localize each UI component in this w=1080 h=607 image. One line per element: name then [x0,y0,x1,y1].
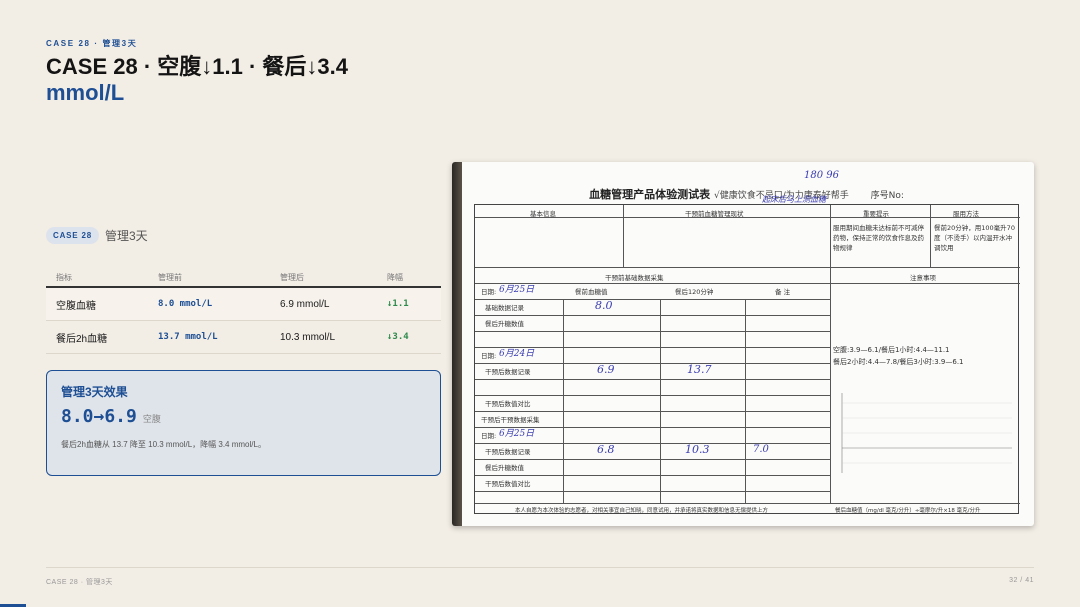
hw-date-3: 6月25日 [499,429,535,439]
hw-after-post-2-remark: 7.0 [753,444,769,455]
form-photo: 血糖管理产品体验测试表 √健康饮食不忌口/为力唐泰好帮手 序号No: 180 9… [452,162,1034,526]
title-unit: mmol/L [46,80,125,105]
section-basic-info: 基本信息 [530,210,556,218]
test-form: 血糖管理产品体验测试表 √健康饮食不忌口/为力唐泰好帮手 序号No: 180 9… [474,170,1020,517]
cell-before: 8.0 mmol/L [158,299,213,309]
label-rise-2: 餐后升糖数值 [485,464,524,472]
hw-date-2: 6月24日 [499,349,535,359]
form-title-text: 血糖管理产品体验测试表 [589,188,711,201]
hw-after-post-1: 13.7 [687,363,712,376]
hw-after-fasting-1: 6.9 [597,363,615,376]
photo-edge [452,162,462,526]
hw-top-note: 180 96 [804,170,839,181]
cell-before: 13.7 mmol/L [158,332,218,342]
normal-post: 餐后2小时:4.4—7.8/餐后3小时:3.9—6.1 [833,358,964,366]
effect-card: 管理3天效果 8.0→6.9 空腹 餐后2h血糖从 13.7 降至 10.3 m… [46,370,441,476]
footer-left: CASE 28 · 管理3天 [46,579,113,586]
table-row: 餐后2h血糖 13.7 mmol/L 10.3 mmol/L ↓3.4 [46,321,441,354]
case-tag-row: CASE 28 管理3天 [46,227,148,244]
label-date-2: 日期: [481,352,497,360]
hw-after-post-2: 10.3 [685,443,710,456]
form-unit-note: 餐后血糖值（mg/dl 毫克/分升）÷毫摩尔/升×18 毫克/分升 [835,508,981,514]
label-pre-after-collect: 干预后干预数据采集 [481,416,540,424]
cell-metric: 空腹血糖 [56,300,96,312]
header-drop: 降幅 [387,272,403,282]
label-base-record: 基础数据记录 [485,304,524,312]
cell-drop: ↓3.4 [387,332,409,342]
page-counter: 32 / 41 [1009,577,1034,584]
section-tips: 重要提示 [863,210,889,218]
effect-description: 餐后2h血糖从 13.7 降至 10.3 mmol/L，降幅 3.4 mmol/… [61,440,266,449]
label-compare-1: 干预后数值对比 [485,400,531,408]
title-main: CASE 28 · 空腹↓1.1 · 餐后↓3.4 [46,54,348,79]
label-remark-1: 备 注 [775,288,791,296]
eyebrow: CASE 28 · 管理3天 [46,39,138,48]
form-serial: 序号No: [870,191,904,201]
label-after-record-2: 干预后数据记录 [485,448,531,456]
hw-after-fasting-2: 6.8 [597,443,615,456]
header-metric: 指标 [56,272,72,282]
cell-after: 10.3 mmol/L [280,331,336,343]
case-tag-label: 管理3天 [104,229,148,243]
effect-heading: 管理3天效果 [61,385,128,399]
cell-after: 6.9 mmol/L [280,298,330,310]
form-footer-note: 本人自愿为本次体验的志愿者，对相关事宜自己知晓，同意试用，并承诺将真实数据和信息… [515,508,769,514]
usage-text: 餐前20分钟，用100毫升70度（不烫手）以内温开水冲调饮用 [934,224,1015,252]
cell-metric: 餐后2h血糖 [56,333,108,345]
label-fasting-1: 餐前血糖值 [575,288,608,296]
form-chart [841,393,1012,473]
form-title: 血糖管理产品体验测试表 √健康饮食不忌口/为力唐泰好帮手 序号No: [474,186,1019,202]
label-after-record-1: 干预后数据记录 [485,368,531,376]
table-row: 空腹血糖 8.0 mmol/L 6.9 mmol/L ↓1.1 [46,288,441,321]
label-post120-1: 餐后120分钟 [675,288,714,296]
section-notes: 注意事项 [910,274,936,282]
section-pre-status: 干预前血糖管理现状 [685,210,744,218]
footer: CASE 28 · 管理3天 32 / 41 [46,567,1034,587]
page-title: CASE 28 · 空腹↓1.1 · 餐后↓3.4 mmol/L [46,54,348,106]
effect-value-label: 空腹 [142,414,161,424]
label-date-3: 日期: [481,432,497,440]
section-usage: 服用方法 [953,210,979,218]
table-header: 指标 管理前 管理后 降幅 [46,268,441,288]
hw-base-fasting: 8.0 [595,299,613,312]
cell-drop: ↓1.1 [387,299,409,309]
header-before: 管理前 [158,272,182,282]
normal-fasting: 空腹:3.9—6.1/餐后1小时:4.4—11.1 [833,346,950,354]
form-grid: 基本信息 干预前血糖管理现状 重要提示 服用方法 服用期间血糖未达标前不可减停药… [474,204,1020,514]
effect-value-row: 8.0→6.9 空腹 [61,406,426,427]
case-badge: CASE 28 [46,227,99,244]
effect-value: 8.0→6.9 [61,406,137,427]
label-rise-1: 餐后升糖数值 [485,320,524,328]
label-date-1: 日期: [481,288,497,296]
tip-text: 服用期间血糖未达标前不可减停药物，保持正常的饮食作息及药物规律 [833,224,924,252]
section-baseline: 干预前基础数据采集 [605,274,664,282]
metrics-table: 指标 管理前 管理后 降幅 空腹血糖 8.0 mmol/L 6.9 mmol/L… [46,268,441,354]
hw-date-1: 6月25日 [499,285,535,295]
label-compare-2: 干预后数值对比 [485,480,531,488]
header-after: 管理后 [280,272,304,282]
